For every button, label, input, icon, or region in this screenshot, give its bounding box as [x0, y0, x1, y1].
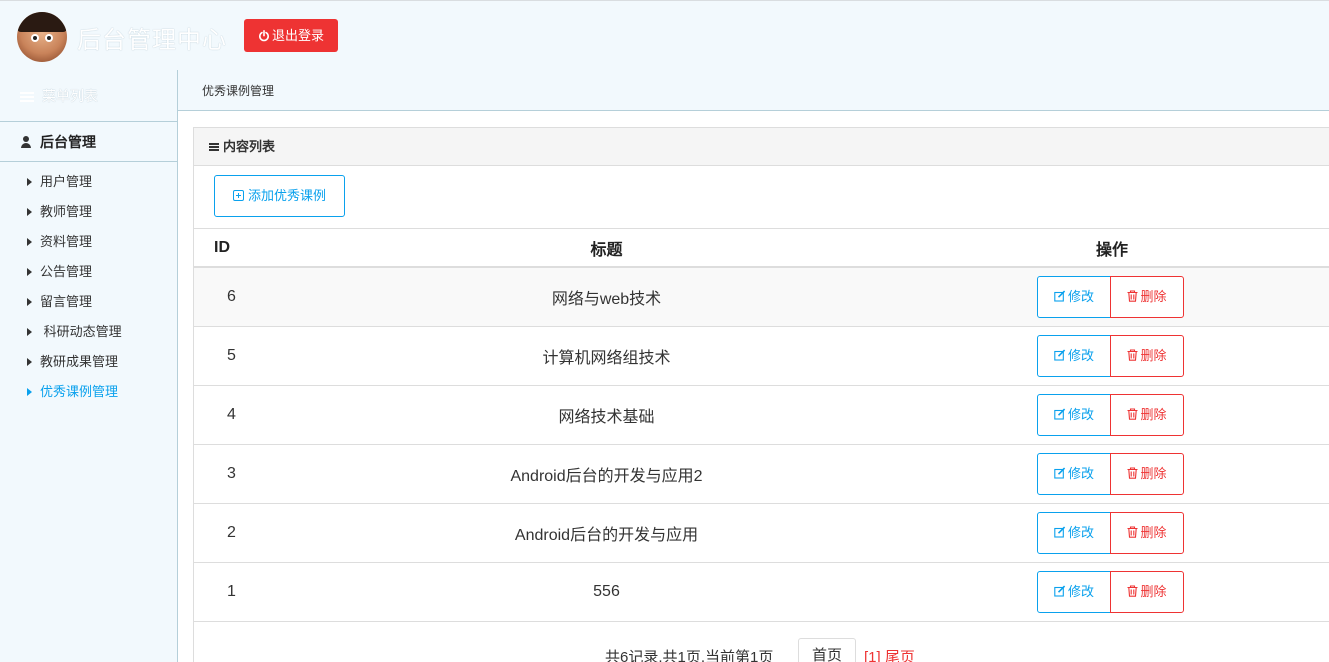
delete-button[interactable]: 删除 [1110, 511, 1184, 554]
row-title: 556 [319, 562, 894, 622]
power-icon [258, 30, 269, 42]
caret-right-icon [27, 178, 32, 186]
caret-right-icon [27, 238, 32, 246]
trash-icon [1127, 348, 1138, 361]
caret-right-icon [27, 268, 32, 276]
row-id: 5 [194, 326, 319, 386]
logout-label: 退出登录 [271, 28, 324, 43]
avatar [17, 12, 67, 62]
pagination: 共6记录,共1页,当前第1页 首页 [1] 尾页 [194, 638, 1329, 662]
edit-button[interactable]: 修改 [1037, 275, 1111, 318]
caret-right-icon [27, 208, 32, 216]
logout-button[interactable]: 退出登录 [244, 19, 338, 52]
caret-right-icon [27, 358, 32, 366]
menu-icon [20, 92, 34, 102]
delete-button[interactable]: 删除 [1110, 393, 1184, 436]
row-id: 4 [194, 385, 319, 445]
header: 后台管理中心 退出登录 [0, 0, 1329, 70]
plus-square-icon [232, 190, 244, 201]
row-id: 1 [194, 562, 319, 622]
edit-button[interactable]: 修改 [1037, 393, 1111, 436]
table-row: 1 556 修改 删除 [194, 562, 1329, 622]
main-content: 内容列表 添加优秀课例 ID 标题 操作 6 网络与web技术 修改 删除 5 … [178, 111, 1329, 662]
add-case-label: 添加优秀课例 [247, 188, 326, 203]
row-actions: 修改 删除 [894, 326, 1329, 386]
panel-title: 内容列表 [223, 139, 276, 154]
sidebar-item-excellent-cases[interactable]: 优秀课例管理 [0, 377, 177, 407]
edit-button[interactable]: 修改 [1037, 334, 1111, 377]
trash-icon [1127, 466, 1138, 479]
edit-button[interactable]: 修改 [1037, 570, 1111, 613]
content-table: ID 标题 操作 6 网络与web技术 修改 删除 5 计算机网络组技术 修改 … [194, 229, 1329, 622]
list-icon [209, 143, 219, 151]
edit-icon [1054, 408, 1066, 420]
sidebar-item-notices[interactable]: 公告管理 [0, 257, 177, 287]
add-case-button[interactable]: 添加优秀课例 [214, 175, 345, 217]
brand-title: 后台管理中心 [77, 27, 227, 54]
delete-button[interactable]: 删除 [1110, 334, 1184, 377]
sidebar-group-admin[interactable]: 后台管理 [0, 122, 177, 162]
delete-button[interactable]: 删除 [1110, 452, 1184, 495]
sidebar: 菜单列表 后台管理 用户管理 教师管理 资料管理 公告管理 留言管理 科研动态管… [0, 70, 178, 662]
trash-icon [1127, 584, 1138, 597]
breadcrumb-current: 优秀课例管理 [202, 84, 275, 98]
edit-icon [1054, 349, 1066, 361]
panel-header: 内容列表 [194, 128, 1329, 166]
row-title: 网络技术基础 [319, 385, 894, 445]
caret-right-icon [27, 298, 32, 306]
trash-icon [1127, 290, 1138, 302]
column-header-ops: 操作 [894, 229, 1329, 268]
table-row: 6 网络与web技术 修改 删除 [194, 267, 1329, 327]
row-title: Android后台的开发与应用 [319, 503, 894, 563]
page-links[interactable]: [1] 尾页 [864, 646, 915, 662]
sidebar-title: 菜单列表 [0, 70, 177, 122]
table-row: 3 Android后台的开发与应用2 修改 删除 [194, 444, 1329, 504]
column-header-id: ID [194, 229, 319, 268]
sidebar-item-research-news[interactable]: 科研动态管理 [0, 317, 177, 347]
table-row: 4 网络技术基础 修改 删除 [194, 385, 1329, 445]
breadcrumb: 优秀课例管理 [178, 70, 1329, 111]
table-row: 2 Android后台的开发与应用 修改 删除 [194, 503, 1329, 563]
trash-icon [1127, 407, 1138, 420]
row-actions: 修改 删除 [894, 385, 1329, 445]
row-actions: 修改 删除 [894, 503, 1329, 563]
edit-icon [1054, 526, 1066, 538]
edit-icon [1054, 585, 1066, 597]
user-icon [20, 136, 32, 148]
content-panel: 内容列表 添加优秀课例 ID 标题 操作 6 网络与web技术 修改 删除 5 … [193, 127, 1329, 662]
table-header-row: ID 标题 操作 [194, 229, 1329, 268]
caret-right-icon [27, 328, 32, 336]
caret-right-icon [27, 388, 32, 396]
sidebar-title-label: 菜单列表 [42, 88, 98, 104]
delete-button[interactable]: 删除 [1110, 275, 1184, 318]
sidebar-item-materials[interactable]: 资料管理 [0, 227, 177, 257]
row-actions: 修改 删除 [894, 444, 1329, 504]
pagination-info: 共6记录,共1页,当前第1页 [605, 649, 774, 662]
row-title: 计算机网络组技术 [319, 326, 894, 386]
delete-button[interactable]: 删除 [1110, 570, 1184, 613]
sidebar-group-label: 后台管理 [40, 134, 96, 150]
sidebar-item-users[interactable]: 用户管理 [0, 167, 177, 197]
edit-button[interactable]: 修改 [1037, 511, 1111, 554]
edit-button[interactable]: 修改 [1037, 452, 1111, 495]
sidebar-item-teachers[interactable]: 教师管理 [0, 197, 177, 227]
first-page-button[interactable]: 首页 [798, 638, 856, 662]
sidebar-item-research-results[interactable]: 教研成果管理 [0, 347, 177, 377]
row-title: Android后台的开发与应用2 [319, 444, 894, 504]
sidebar-menu: 用户管理 教师管理 资料管理 公告管理 留言管理 科研动态管理 教研成果管理 优… [0, 162, 177, 407]
edit-icon [1054, 467, 1066, 479]
column-header-title: 标题 [319, 229, 894, 268]
toolbar: 添加优秀课例 [194, 166, 1329, 229]
row-id: 2 [194, 503, 319, 563]
table-row: 5 计算机网络组技术 修改 删除 [194, 326, 1329, 386]
row-title: 网络与web技术 [319, 267, 894, 327]
row-id: 6 [194, 267, 319, 327]
edit-icon [1054, 290, 1066, 302]
row-actions: 修改 删除 [894, 267, 1329, 327]
sidebar-item-messages[interactable]: 留言管理 [0, 287, 177, 317]
row-id: 3 [194, 444, 319, 504]
trash-icon [1127, 525, 1138, 538]
row-actions: 修改 删除 [894, 562, 1329, 622]
